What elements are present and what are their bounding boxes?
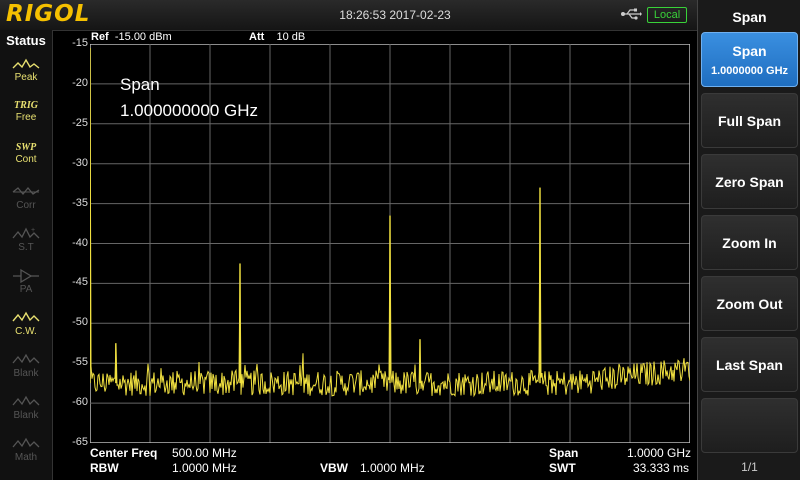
softkey-menu: Span Span 1.0000000 GHz Full Span Zero S…	[697, 0, 800, 480]
status-math[interactable]: Math	[4, 436, 48, 474]
annotation-title: Span	[120, 75, 160, 94]
corr-icon	[12, 186, 40, 196]
status-blank-1[interactable]: Blank	[4, 352, 48, 390]
status-blank-2[interactable]: Blank	[4, 394, 48, 432]
st-icon: +	[12, 227, 40, 239]
page-indicator: 1/1	[741, 460, 758, 474]
blank-icon	[12, 395, 40, 406]
status-cw[interactable]: C.W.	[4, 310, 48, 348]
y-tick-label: -65	[72, 436, 88, 448]
menu-title: Span	[732, 9, 767, 25]
full-span-button[interactable]: Full Span	[701, 93, 798, 148]
status-title: Status	[6, 33, 46, 48]
status-corr[interactable]: Corr	[4, 184, 48, 222]
zoom-out-button[interactable]: Zoom Out	[701, 276, 798, 331]
bottom-info-bar: Center Freq 500.00 MHz Span 1.0000 GHz R…	[90, 446, 694, 480]
rbw-value: 1.0000 MHz	[172, 461, 237, 475]
brand-logo: RIGOL	[6, 1, 91, 27]
blank-icon	[12, 353, 40, 364]
empty-softkey[interactable]	[701, 398, 798, 453]
cw-icon	[12, 311, 40, 322]
y-tick-label: -35	[72, 196, 88, 209]
last-span-button[interactable]: Last Span	[701, 337, 798, 392]
math-icon	[12, 437, 40, 448]
annotation-value: 1.000000000 GHz	[120, 101, 258, 120]
status-pa[interactable]: PA	[4, 268, 48, 306]
status-trig[interactable]: TRIG Free	[4, 100, 48, 138]
local-status-badge[interactable]: Local	[647, 7, 687, 23]
status-swp[interactable]: SWP Cont	[4, 142, 48, 180]
vbw-label: VBW	[320, 461, 348, 475]
status-panel: Status Peak TRIG Free SWP Cont Corr + S.…	[0, 30, 53, 480]
swt-value: 33.333 ms	[633, 461, 690, 475]
y-tick-label: -50	[72, 316, 88, 329]
y-tick-label: -25	[72, 116, 88, 129]
status-st[interactable]: + S.T	[4, 226, 48, 264]
zero-span-button[interactable]: Zero Span	[701, 154, 798, 209]
span-value: 1.0000 GHz	[627, 446, 692, 460]
center-freq-value: 500.00 MHz	[172, 446, 237, 460]
peak-icon	[12, 58, 40, 69]
vbw-value: 1.0000 MHz	[360, 461, 425, 475]
attenuation-readout: Att 10 dB	[249, 31, 306, 43]
y-tick-label: -55	[72, 356, 88, 369]
ref-level-readout: Ref -15.00 dBm	[91, 31, 172, 43]
date-time: 18:26:53 2017-02-23	[339, 8, 451, 22]
y-tick-label: -30	[72, 156, 88, 169]
usb-icon	[621, 8, 642, 20]
status-peak[interactable]: Peak	[4, 58, 48, 96]
zoom-in-button[interactable]: Zoom In	[701, 215, 798, 270]
rbw-label: RBW	[90, 461, 119, 475]
span-label: Span	[549, 446, 579, 460]
y-tick-label: -40	[72, 236, 88, 249]
y-tick-label: -45	[72, 276, 88, 289]
pa-icon	[13, 268, 39, 284]
y-tick-label: -20	[72, 76, 88, 89]
y-tick-label: -15	[72, 37, 88, 49]
top-bar: RIGOL 18:26:53 2017-02-23 Local	[0, 0, 697, 31]
svg-text:+: +	[31, 227, 35, 234]
y-tick-label: -60	[72, 396, 88, 409]
span-button[interactable]: Span 1.0000000 GHz	[701, 32, 798, 87]
swt-label: SWT	[549, 461, 576, 475]
center-freq-label: Center Freq	[90, 446, 158, 460]
